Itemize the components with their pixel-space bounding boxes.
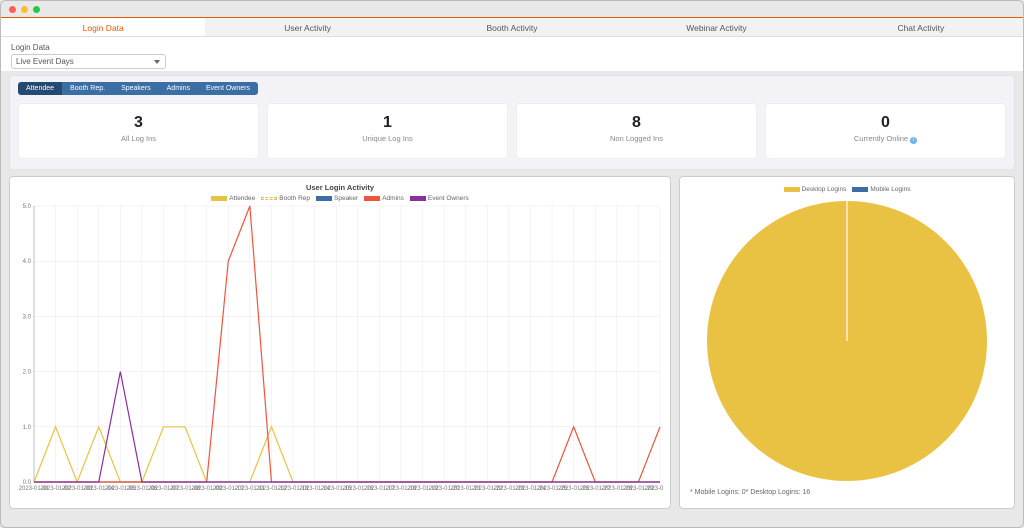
chart-title: User Login Activity <box>16 183 664 192</box>
tab-webinar-activity[interactable]: Webinar Activity <box>614 18 818 36</box>
legend-item[interactable]: Attendee <box>211 195 255 202</box>
legend-item[interactable]: Mobile Logins <box>852 186 910 193</box>
pie-chart-svg <box>697 197 997 485</box>
stat-label: Non Logged Ins <box>517 134 756 143</box>
svg-text:2023-01-30: 2023-01-30 <box>645 486 664 492</box>
info-icon[interactable]: i <box>910 137 917 144</box>
stat-label: Unique Log Ins <box>268 134 507 143</box>
card-non-logged-ins: 8 Non Logged Ins <box>516 103 757 159</box>
tab-booth-activity[interactable]: Booth Activity <box>410 18 614 36</box>
pill-event-owners[interactable]: Event Owners <box>198 82 258 95</box>
pill-attendee[interactable]: Attendee <box>18 82 62 95</box>
pill-admins[interactable]: Admins <box>159 82 198 95</box>
stat-label: All Log Ins <box>19 134 258 143</box>
legend-item[interactable]: Speaker <box>316 195 358 202</box>
card-all-logins: 3 All Log Ins <box>18 103 259 159</box>
window-titlebar <box>1 1 1023 17</box>
tab-user-activity[interactable]: User Activity <box>205 18 409 36</box>
legend-item[interactable]: Desktop Logins <box>784 186 847 193</box>
svg-text:3.0: 3.0 <box>23 314 32 320</box>
pill-speakers[interactable]: Speakers <box>113 82 159 95</box>
pill-booth-rep[interactable]: Booth Rep. <box>62 82 113 95</box>
date-range-select[interactable]: Live Event Days <box>11 54 166 69</box>
card-currently-online: 0 Currently Onlinei <box>765 103 1006 159</box>
legend-item[interactable]: Event Owners <box>410 195 469 202</box>
line-chart-svg: 0.01.02.03.04.05.02023-01-012023-01-0220… <box>16 202 664 502</box>
tab-chat-activity[interactable]: Chat Activity <box>819 18 1023 36</box>
minimize-icon[interactable] <box>21 6 28 13</box>
device-pie-chart: Desktop Logins Mobile Logins * Mobile Log… <box>679 176 1015 509</box>
chart-legend: Attendee Booth Rep Speaker Admins Event Owne… <box>16 195 664 202</box>
stat-value: 1 <box>268 114 507 132</box>
role-filter: Attendee Booth Rep. Speakers Admins Even… <box>18 82 1006 95</box>
maximize-icon[interactable] <box>33 6 40 13</box>
svg-text:4.0: 4.0 <box>23 259 32 265</box>
legend-item[interactable]: Booth Rep <box>261 195 310 202</box>
svg-text:2.0: 2.0 <box>23 370 32 376</box>
stats-panel: Attendee Booth Rep. Speakers Admins Even… <box>9 75 1015 170</box>
pie-footnote: * Mobile Logins: 0* Desktop Logins: 16 <box>686 489 1008 496</box>
stat-label: Currently Onlinei <box>766 134 1005 144</box>
stat-value: 8 <box>517 114 756 132</box>
card-unique-logins: 1 Unique Log Ins <box>267 103 508 159</box>
login-activity-chart: User Login Activity Attendee Booth Rep Spe… <box>9 176 671 509</box>
svg-text:1.0: 1.0 <box>23 425 32 431</box>
legend-item[interactable]: Admins <box>364 195 404 202</box>
svg-text:5.0: 5.0 <box>23 204 32 210</box>
main-tabs: Login Data User Activity Booth Activity … <box>1 17 1023 37</box>
stat-value: 0 <box>766 114 1005 132</box>
close-icon[interactable] <box>9 6 16 13</box>
date-range-label: Login Data <box>11 43 1013 52</box>
pie-legend: Desktop Logins Mobile Logins <box>686 186 1008 193</box>
tab-login-data[interactable]: Login Data <box>1 18 205 36</box>
stat-value: 3 <box>19 114 258 132</box>
